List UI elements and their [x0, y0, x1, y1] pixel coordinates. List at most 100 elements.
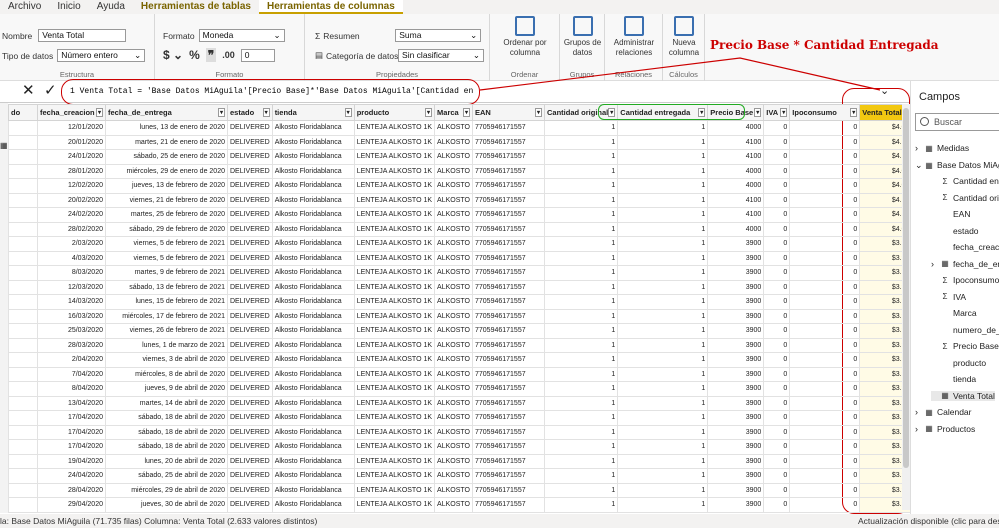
table-cell[interactable]: 1 [543, 221, 619, 237]
table-cell[interactable]: 2/04/2020 [37, 352, 106, 368]
table-cell[interactable]: 0 [789, 381, 861, 397]
table-cell[interactable]: ALKOSTO [434, 482, 473, 498]
table-cell[interactable]: ALKOSTO [434, 468, 473, 484]
table-cell[interactable]: 0 [789, 178, 861, 194]
table-cell[interactable]: 0 [763, 221, 791, 237]
table-cell[interactable]: martes, 14 de abril de 2020 [105, 395, 228, 411]
filter-dropdown-icon[interactable]: ▾ [534, 108, 542, 117]
table-cell[interactable]: 14/03/2020 [37, 294, 106, 310]
table-cell[interactable]: jueves, 30 de abril de 2020 [105, 497, 228, 513]
table-cell[interactable]: Alkosto Floridablanca [271, 120, 355, 136]
table-cell[interactable]: 1 [617, 366, 709, 382]
table-cell[interactable]: DELIVERED [227, 352, 273, 368]
table-cell[interactable]: ALKOSTO [434, 366, 473, 382]
table-cell[interactable]: 4100 [707, 134, 765, 150]
table-cell[interactable]: 0 [789, 453, 861, 469]
table-cell[interactable]: 7705946171557 [472, 410, 545, 426]
table-cell[interactable]: ALKOSTO [434, 308, 473, 324]
table-cell[interactable]: 1 [543, 250, 619, 266]
column-header[interactable]: tienda ▾ [271, 104, 355, 121]
column-header[interactable]: estado ▾ [227, 104, 273, 121]
table-cell[interactable]: 4000 [707, 120, 765, 136]
table-cell[interactable]: Alkosto Floridablanca [271, 497, 355, 513]
table-cell[interactable]: 1 [617, 192, 709, 208]
table-cell[interactable]: viernes, 26 de febrero de 2021 [105, 323, 228, 339]
table-cell[interactable]: 0 [789, 366, 861, 382]
column-header[interactable]: producto ▾ [353, 104, 436, 121]
table-cell[interactable]: 1 [543, 207, 619, 223]
table-cell[interactable]: Alkosto Floridablanca [271, 178, 355, 194]
table-cell[interactable]: 3900 [707, 366, 765, 382]
table-cell[interactable]: 8/04/2020 [37, 381, 106, 397]
table-cell[interactable]: 7705946171557 [472, 366, 545, 382]
expand-icon[interactable]: › [915, 407, 923, 417]
table-cell[interactable]: 1 [617, 323, 709, 339]
table-cell[interactable]: 7705946171557 [472, 250, 545, 266]
table-cell[interactable]: 1 [617, 439, 709, 455]
field-item[interactable]: ▦ Venta Total [931, 390, 995, 401]
table-cell[interactable]: 7705946171557 [472, 308, 545, 324]
table-cell[interactable]: 3900 [707, 352, 765, 368]
table-cell[interactable]: DELIVERED [227, 497, 273, 513]
table-cell[interactable]: 1 [617, 221, 709, 237]
table-cell[interactable]: 1 [617, 134, 709, 150]
filter-dropdown-icon[interactable]: ▾ [217, 108, 225, 117]
vertical-scrollbar[interactable] [902, 104, 910, 510]
table-cell[interactable] [8, 482, 38, 498]
table-cell[interactable]: Alkosto Floridablanca [271, 221, 355, 237]
column-header[interactable]: do [8, 104, 38, 121]
table-cell[interactable]: 0 [789, 294, 861, 310]
filter-dropdown-icon[interactable]: ▾ [262, 108, 270, 117]
table-cell[interactable]: 4100 [707, 192, 765, 208]
table-cell[interactable]: 0 [763, 134, 791, 150]
expand-icon[interactable]: ⌄ [915, 160, 923, 171]
table-cell[interactable]: DELIVERED [227, 395, 273, 411]
table-cell[interactable]: 3900 [707, 337, 765, 353]
table-cell[interactable] [8, 439, 38, 455]
table-cell[interactable]: DELIVERED [227, 482, 273, 498]
table-cell[interactable]: 7705946171557 [472, 468, 545, 484]
table-cell[interactable]: 7705946171557 [472, 395, 545, 411]
field-item[interactable]: numero_de_pedido [931, 325, 999, 335]
table-cell[interactable]: 0 [789, 279, 861, 295]
table-cell[interactable]: 13/04/2020 [37, 395, 106, 411]
table-cell[interactable]: 1 [617, 395, 709, 411]
column-header[interactable]: EAN ▾ [472, 104, 545, 121]
table-cell[interactable]: 4000 [707, 163, 765, 179]
table-cell[interactable] [8, 149, 38, 165]
table-cell[interactable]: DELIVERED [227, 366, 273, 382]
table-cell[interactable]: 28/03/2020 [37, 337, 106, 353]
table-cell[interactable]: 1 [617, 250, 709, 266]
table-cell[interactable]: LENTEJA ALKOSTO 1K [353, 192, 436, 208]
table-cell[interactable]: martes, 9 de febrero de 2021 [105, 265, 228, 281]
table-cell[interactable]: Alkosto Floridablanca [271, 308, 355, 324]
table-cell[interactable]: 7/04/2020 [37, 366, 106, 382]
table-cell[interactable]: ALKOSTO [434, 207, 473, 223]
table-cell[interactable]: 29/04/2020 [37, 497, 106, 513]
field-item[interactable]: ›▦ fecha_de_entrega [931, 259, 999, 269]
table-cell[interactable]: LENTEJA ALKOSTO 1K [353, 236, 436, 252]
table-cell[interactable] [8, 236, 38, 252]
table-cell[interactable]: 0 [789, 134, 861, 150]
table-cell[interactable]: 7705946171557 [472, 453, 545, 469]
table-cell[interactable]: 0 [789, 323, 861, 339]
table-cell[interactable]: 3900 [707, 497, 765, 513]
table-cell[interactable]: LENTEJA ALKOSTO 1K [353, 207, 436, 223]
table-cell[interactable]: Alkosto Floridablanca [271, 468, 355, 484]
table-cell[interactable]: 1 [543, 192, 619, 208]
field-item[interactable]: EAN [931, 209, 970, 219]
filter-dropdown-icon[interactable]: ▾ [754, 108, 762, 117]
table-cell[interactable]: 1 [617, 236, 709, 252]
expand-icon[interactable]: › [915, 143, 923, 153]
table-cell[interactable]: ALKOSTO [434, 250, 473, 266]
filter-dropdown-icon[interactable]: ▾ [344, 108, 352, 117]
table-cell[interactable] [8, 134, 38, 150]
table-cell[interactable] [8, 395, 38, 411]
table-cell[interactable]: 0 [763, 279, 791, 295]
table-cell[interactable]: LENTEJA ALKOSTO 1K [353, 265, 436, 281]
table-cell[interactable]: 3900 [707, 439, 765, 455]
table-cell[interactable] [8, 250, 38, 266]
table-cell[interactable]: LENTEJA ALKOSTO 1K [353, 366, 436, 382]
table-cell[interactable]: viernes, 3 de abril de 2020 [105, 352, 228, 368]
table-cell[interactable] [8, 207, 38, 223]
